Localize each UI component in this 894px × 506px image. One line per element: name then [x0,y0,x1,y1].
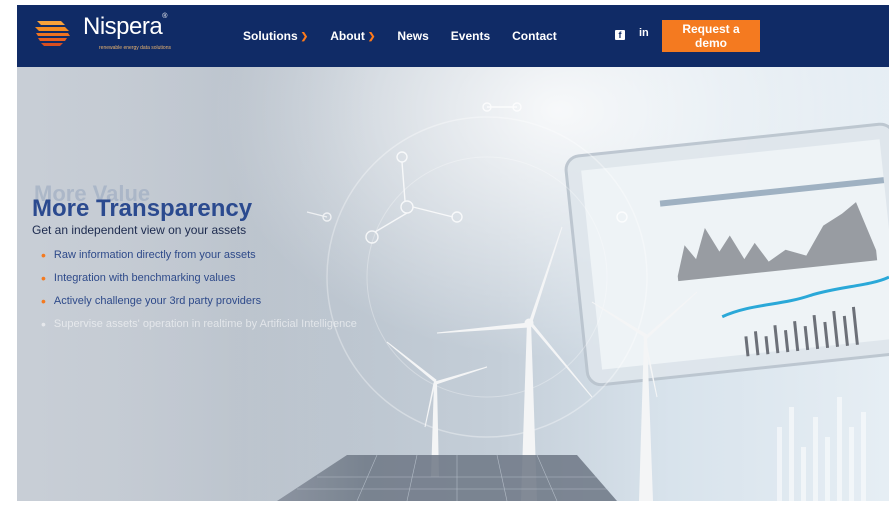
nav-events-label: Events [450,29,491,43]
brand-tagline: renewable energy data solutions [99,45,171,51]
sun-logo-icon [35,21,70,46]
bullet-dot-icon: • [41,247,46,263]
list-item: • Actively challenge your 3rd party provi… [41,293,262,309]
browser-viewport: Nispera® renewable energy data solutions… [17,5,889,501]
list-item: • Supervise assets' operation in realtime… [41,316,357,332]
nav-contact-label: Contact [512,29,557,43]
chevron-down-icon: ❯ [367,30,376,41]
hero-subtitle: Get an independent view on your assets [32,223,247,237]
nav-solutions[interactable]: Solutions ❯ [243,29,308,43]
nav-news[interactable]: News [397,29,428,43]
site-header: Nispera® renewable energy data solutions… [17,5,889,67]
request-demo-button[interactable]: Request a demo [662,20,760,52]
benefits-list: • Raw information directly from your asse… [41,247,357,341]
list-item: • Integration with benchmarking values [41,270,236,286]
nav-news-label: News [397,29,429,43]
nav-about-label: About [330,29,365,43]
main-nav: Solutions ❯ About ❯ News Events Contact [243,29,579,43]
bullet-dot-icon: • [41,270,46,286]
nav-events[interactable]: Events [451,29,490,43]
list-item: • Raw information directly from your asse… [41,247,256,263]
brand-name: Nispera® [83,13,167,40]
hero-title: More Transparency [32,195,253,222]
nav-solutions-label: Solutions [243,29,298,43]
linkedin-icon[interactable]: in [639,27,649,39]
bullet-dot-icon: • [41,293,46,309]
hero-section: More Value More Transparency Get an inde… [17,67,889,501]
facebook-icon[interactable]: f [615,30,625,40]
nav-contact[interactable]: Contact [512,29,557,43]
bullet-dot-icon: • [41,316,46,332]
nav-about[interactable]: About ❯ [330,29,375,43]
chevron-down-icon: ❯ [300,30,309,41]
